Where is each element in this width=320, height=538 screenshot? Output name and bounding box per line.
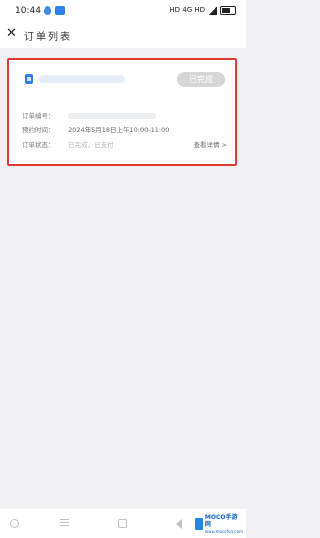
- watermark-title: MOCO手游网: [204, 513, 238, 528]
- order-status-row: 订单状态： 已完成，已支付: [22, 139, 114, 149]
- back-icon[interactable]: [176, 519, 182, 529]
- order-status-value: 已完成，已支付: [68, 141, 114, 149]
- battery-icon: [220, 6, 236, 15]
- order-number-row: 订单编号：: [22, 110, 157, 120]
- appointment-time-label: 预约时间：: [22, 126, 55, 134]
- order-name-redacted: [39, 75, 125, 83]
- status-time: 10:44: [15, 6, 41, 16]
- order-card[interactable]: 已完成 订单编号： 预约时间： 2024年5月18日上午10:00-11:00 …: [7, 58, 237, 166]
- bottom-navigation: MOCO手游网 www.mocofun.com: [0, 509, 246, 538]
- order-status-label: 订单状态：: [22, 141, 55, 149]
- watermark-icon: [195, 518, 203, 530]
- signal-icon: [208, 6, 217, 15]
- notification-app-icon: [55, 6, 65, 15]
- page-header: ✕ 订单列表: [0, 22, 246, 48]
- network-indicators: HD 4G HD: [169, 6, 205, 14]
- order-type-icon: [25, 74, 33, 84]
- menu-icon[interactable]: [60, 519, 69, 526]
- status-badge: 已完成: [177, 72, 225, 87]
- view-details-link[interactable]: 查看详情 >: [193, 139, 227, 149]
- order-number-value-redacted: [68, 113, 157, 119]
- status-indicators: HD 4G HD: [169, 6, 236, 15]
- watermark-logo: MOCO手游网 www.mocofun.com: [195, 514, 243, 534]
- water-drop-icon: [44, 6, 51, 15]
- page-title: 订单列表: [24, 32, 72, 43]
- status-bar: 10:44 HD 4G HD: [0, 0, 246, 22]
- info-icon[interactable]: [10, 519, 19, 528]
- appointment-time-value: 2024年5月18日上午10:00-11:00: [68, 126, 170, 134]
- close-icon[interactable]: ✕: [6, 27, 18, 41]
- order-number-label: 订单编号：: [22, 112, 55, 120]
- watermark-subtitle: www.mocofun.com: [204, 528, 243, 534]
- appointment-time-row: 预约时间： 2024年5月18日上午10:00-11:00: [22, 124, 169, 134]
- watermark-text: MOCO手游网 www.mocofun.com: [205, 514, 243, 535]
- home-icon[interactable]: [118, 519, 127, 528]
